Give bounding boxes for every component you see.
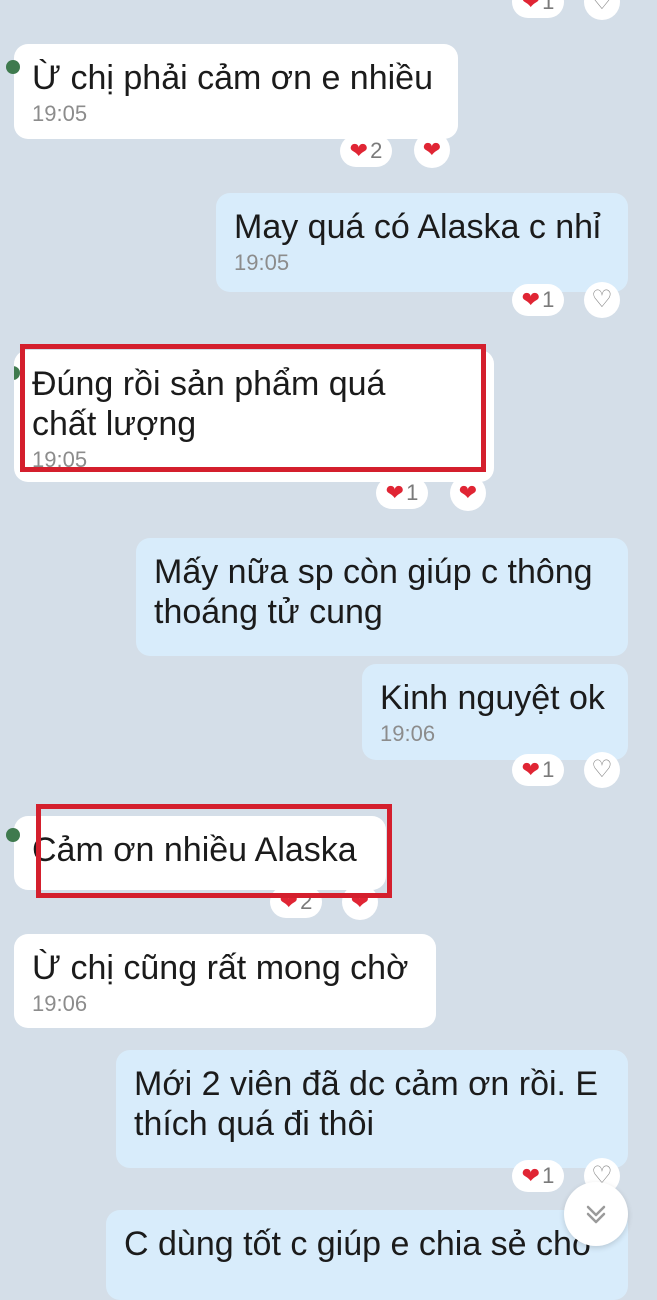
message-text: Ừ chị cũng rất mong chờ — [32, 949, 409, 987]
heart-reaction-button[interactable]: ❤ — [450, 475, 486, 511]
heart-outline-icon: ♡ — [591, 0, 613, 15]
heart-reaction-button[interactable]: ❤ — [414, 132, 450, 168]
reaction-count: 1 — [406, 480, 419, 505]
heart-icon: ❤ — [521, 0, 541, 14]
message-bubble-outgoing[interactable]: C dùng tốt c giúp e chia sẻ cho — [106, 1210, 628, 1300]
reaction-count: 1 — [542, 1163, 555, 1188]
sender-indicator — [6, 60, 20, 74]
message-bubble-incoming[interactable]: Ừ chị phải cảm ơn e nhiều 19:05 — [6, 44, 458, 139]
message-text: Mấy nữa sp còn giúp c thông thoáng tử cu… — [154, 553, 593, 631]
reaction-count-pill[interactable]: ❤ 1 — [376, 477, 428, 509]
heart-outline-icon: ♡ — [591, 286, 613, 313]
message-bubble-outgoing[interactable]: Mới 2 viên đã dc cảm ơn rồi. E thích quá… — [116, 1050, 628, 1168]
message-text: C dùng tốt c giúp e chia sẻ cho — [124, 1225, 591, 1263]
message-text: Mới 2 viên đã dc cảm ơn rồi. E thích quá… — [134, 1065, 599, 1143]
heart-outline-icon: ♡ — [591, 756, 613, 783]
message-bubble-outgoing[interactable]: Mấy nữa sp còn giúp c thông thoáng tử cu… — [136, 538, 628, 656]
message-time: 19:05 — [32, 101, 88, 126]
reaction-count-pill[interactable]: ❤ 2 — [340, 135, 392, 167]
highlight-box — [20, 344, 486, 472]
message-text: May quá có Alaska c nhỉ — [234, 208, 601, 246]
add-reaction-button[interactable]: ♡ — [584, 752, 620, 788]
reaction-count: 2 — [370, 138, 383, 163]
message-time: 19:06 — [380, 721, 436, 746]
heart-icon: ❤ — [521, 757, 541, 782]
message-time: 19:05 — [234, 250, 290, 275]
scroll-to-bottom-button[interactable] — [564, 1182, 628, 1246]
reaction-count: 1 — [542, 757, 555, 782]
heart-icon: ❤ — [349, 138, 369, 163]
reaction-count-pill[interactable]: ❤ 1 — [512, 0, 564, 18]
heart-icon: ❤ — [521, 287, 541, 312]
reaction-count-pill[interactable]: ❤ 1 — [512, 754, 564, 786]
heart-icon: ❤ — [458, 480, 478, 505]
heart-icon: ❤ — [521, 1163, 541, 1188]
reaction-count-pill[interactable]: ❤ 1 — [512, 1160, 564, 1192]
reaction-count: 1 — [542, 0, 555, 14]
message-text: Kinh nguyệt ok — [380, 679, 605, 717]
message-time: 19:06 — [32, 991, 88, 1016]
add-reaction-button[interactable]: ♡ — [584, 0, 620, 20]
message-bubble-incoming[interactable]: Ừ chị cũng rất mong chờ 19:06 — [14, 934, 436, 1028]
message-bubble-outgoing[interactable]: May quá có Alaska c nhỉ 19:05 — [216, 193, 628, 292]
heart-icon: ❤ — [422, 137, 442, 162]
add-reaction-button[interactable]: ♡ — [584, 282, 620, 318]
message-text: Ừ chị phải cảm ơn e nhiều — [32, 59, 433, 97]
chevron-double-down-icon — [586, 1205, 606, 1224]
message-bubble-outgoing[interactable]: Kinh nguyệt ok 19:06 — [362, 664, 628, 760]
highlight-box — [36, 804, 392, 898]
sender-indicator — [6, 828, 20, 842]
reaction-count: 1 — [542, 287, 555, 312]
reaction-count-pill[interactable]: ❤ 1 — [512, 284, 564, 316]
heart-icon: ❤ — [385, 480, 405, 505]
